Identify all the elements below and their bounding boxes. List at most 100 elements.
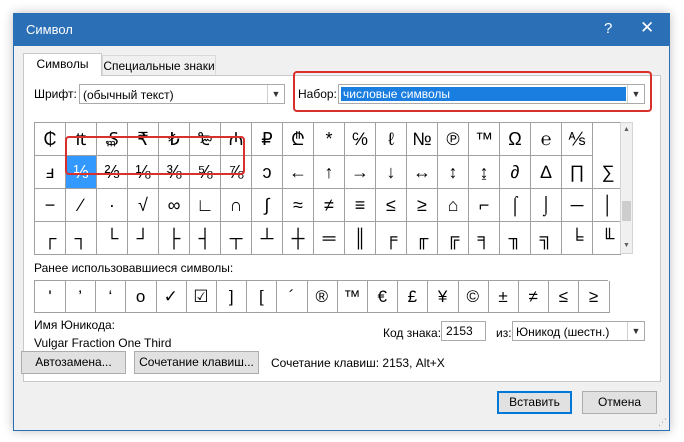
insert-button[interactable]: Вставить xyxy=(497,391,572,414)
recent-symbol-cell[interactable]: ' xyxy=(35,281,66,313)
recent-symbol-cell[interactable]: ≥ xyxy=(578,281,610,313)
symbol-cell[interactable]: ╙ xyxy=(593,222,621,255)
autocorrect-button[interactable]: Автозамена... xyxy=(21,351,126,374)
symbol-cell[interactable]: ╒ xyxy=(376,222,407,255)
symbol-cell[interactable]: ∏ xyxy=(562,156,593,189)
symbol-cell[interactable]: ╘ xyxy=(562,222,593,255)
symbol-cell[interactable]: ⌂ xyxy=(438,189,469,222)
symbol-cell[interactable]: ═ xyxy=(314,222,345,255)
symbol-cell[interactable]: ₽ xyxy=(252,123,283,156)
close-icon[interactable]: ✕ xyxy=(640,18,654,38)
symbol-cell[interactable]: ┴ xyxy=(252,222,283,255)
symbol-cell[interactable]: ℮ xyxy=(531,123,562,156)
symbol-cell[interactable]: ⅍ xyxy=(562,123,593,156)
symbol-cell[interactable]: ⌐ xyxy=(469,189,500,222)
symbol-cell[interactable]: ℗ xyxy=(438,123,469,156)
symbol-cell[interactable]: ∩ xyxy=(221,189,252,222)
symbol-cell[interactable]: ∙ xyxy=(97,189,128,222)
symbol-cell[interactable]: ∑ xyxy=(593,156,621,189)
symbol-cell[interactable]: ┌ xyxy=(35,222,66,255)
shortcut-key-button[interactable]: Сочетание клавиш... xyxy=(134,351,259,374)
symbol-cell[interactable]: № xyxy=(407,123,438,156)
from-dropdown[interactable]: Юникод (шестн.) ▼ xyxy=(512,321,645,341)
symbol-cell[interactable]: ├ xyxy=(159,222,190,255)
symbol-cell[interactable]: ↔ xyxy=(407,156,438,189)
symbol-cell[interactable]: ╖ xyxy=(500,222,531,255)
symbol-cell[interactable]: ∞ xyxy=(159,189,190,222)
tab-symbols[interactable]: Символы xyxy=(23,53,102,76)
symbol-cell[interactable]: ₵ xyxy=(35,123,66,156)
font-dropdown[interactable]: (обычный текст) ▼ xyxy=(79,84,285,104)
recent-symbol-cell[interactable]: ® xyxy=(306,281,338,313)
symbol-cell[interactable]: ≥ xyxy=(407,189,438,222)
symbol-cell[interactable]: * xyxy=(314,123,345,156)
recent-symbol-cell[interactable]: ≤ xyxy=(548,281,580,313)
symbol-cell[interactable]: ≡ xyxy=(345,189,376,222)
symbol-cell[interactable]: ║ xyxy=(345,222,376,255)
symbol-cell[interactable]: ↨ xyxy=(469,156,500,189)
recent-symbol-cell[interactable]: o xyxy=(125,281,157,313)
recent-symbol-cell[interactable]: € xyxy=(367,281,399,313)
symbol-cell[interactable]: ╕ xyxy=(469,222,500,255)
symbol-cell[interactable]: ╓ xyxy=(407,222,438,255)
symbol-cell[interactable]: ┼ xyxy=(283,222,314,255)
symbol-cell[interactable]: − xyxy=(35,189,66,222)
symbol-cell[interactable]: ℓ xyxy=(376,123,407,156)
tab-symbols-label: Символы xyxy=(36,57,89,71)
symbol-cell[interactable]: ↕ xyxy=(438,156,469,189)
recent-symbol-cell[interactable]: ] xyxy=(216,281,248,313)
symbol-cell[interactable]: ↓ xyxy=(376,156,407,189)
symbol-cell[interactable]: ≠ xyxy=(314,189,345,222)
symbol-cell[interactable]: ↄ xyxy=(252,156,283,189)
symbol-cell[interactable]: ∫ xyxy=(252,189,283,222)
recent-symbol-cell[interactable]: © xyxy=(457,281,489,313)
char-code-input[interactable]: 2153 xyxy=(441,321,486,341)
symbol-cell[interactable]: ₾ xyxy=(283,123,314,156)
symbol-cell[interactable]: ⌠ xyxy=(500,189,531,222)
symbol-cell[interactable]: ∆ xyxy=(531,156,562,189)
symbol-cell[interactable]: ≤ xyxy=(376,189,407,222)
symbol-cell[interactable]: └ xyxy=(97,222,128,255)
scroll-up-icon[interactable]: ▲ xyxy=(621,123,632,137)
resize-grip-icon[interactable]: ⋰ xyxy=(658,417,667,428)
symbol-cell[interactable]: √ xyxy=(128,189,159,222)
help-button[interactable]: ? xyxy=(604,20,612,37)
symbol-cell[interactable]: ← xyxy=(283,156,314,189)
cancel-button[interactable]: Отмена xyxy=(582,391,657,414)
symbol-cell[interactable]: ┤ xyxy=(190,222,221,255)
tab-special-characters[interactable]: Специальные знаки xyxy=(102,55,216,76)
recent-symbol-cell[interactable]: ± xyxy=(488,281,519,313)
recent-symbol-cell[interactable]: ☑ xyxy=(186,281,217,313)
recent-symbol-cell[interactable]: ’ xyxy=(65,281,97,313)
symbol-cell[interactable]: ╗ xyxy=(531,222,562,255)
symbol-cell[interactable]: ℅ xyxy=(345,123,376,156)
symbol-cell[interactable]: ─ xyxy=(562,189,593,222)
symbol-cell[interactable]: ⌡ xyxy=(531,189,562,222)
scroll-down-icon[interactable]: ▼ xyxy=(621,239,632,253)
recent-symbol-cell[interactable]: ´ xyxy=(276,281,308,313)
symbol-cell[interactable]: ≈ xyxy=(283,189,314,222)
recent-symbol-cell[interactable]: ™ xyxy=(337,281,368,313)
subset-dropdown[interactable]: числовые символы ▼ xyxy=(338,84,645,104)
symbol-cell[interactable]: ∕ xyxy=(66,189,97,222)
symbol-cell[interactable]: ™ xyxy=(469,123,500,156)
recent-symbol-cell[interactable]: ¥ xyxy=(427,281,459,313)
symbol-cell[interactable]: ↑ xyxy=(314,156,345,189)
recent-symbol-cell[interactable]: ≠ xyxy=(518,281,550,313)
symbol-cell[interactable]: ┬ xyxy=(221,222,252,255)
symbol-cell[interactable]: ╔ xyxy=(438,222,469,255)
symbol-cell[interactable]: │ xyxy=(593,189,621,222)
recent-symbol-cell[interactable]: ✓ xyxy=(155,281,187,313)
symbol-cell[interactable]: → xyxy=(345,156,376,189)
symbol-cell[interactable]: ∟ xyxy=(190,189,221,222)
symbol-cell[interactable]: ⅎ xyxy=(35,156,66,189)
recent-symbol-cell[interactable]: ‘ xyxy=(95,281,127,313)
grid-scrollbar[interactable]: ▲ ▼ xyxy=(620,122,633,254)
scroll-thumb[interactable] xyxy=(622,201,631,221)
symbol-cell[interactable]: ∂ xyxy=(500,156,531,189)
symbol-cell[interactable]: ┐ xyxy=(66,222,97,255)
recent-symbol-cell[interactable]: [ xyxy=(246,281,278,313)
symbol-cell[interactable]: ┘ xyxy=(128,222,159,255)
recent-symbol-cell[interactable]: £ xyxy=(397,281,429,313)
symbol-cell[interactable]: Ω xyxy=(500,123,531,156)
